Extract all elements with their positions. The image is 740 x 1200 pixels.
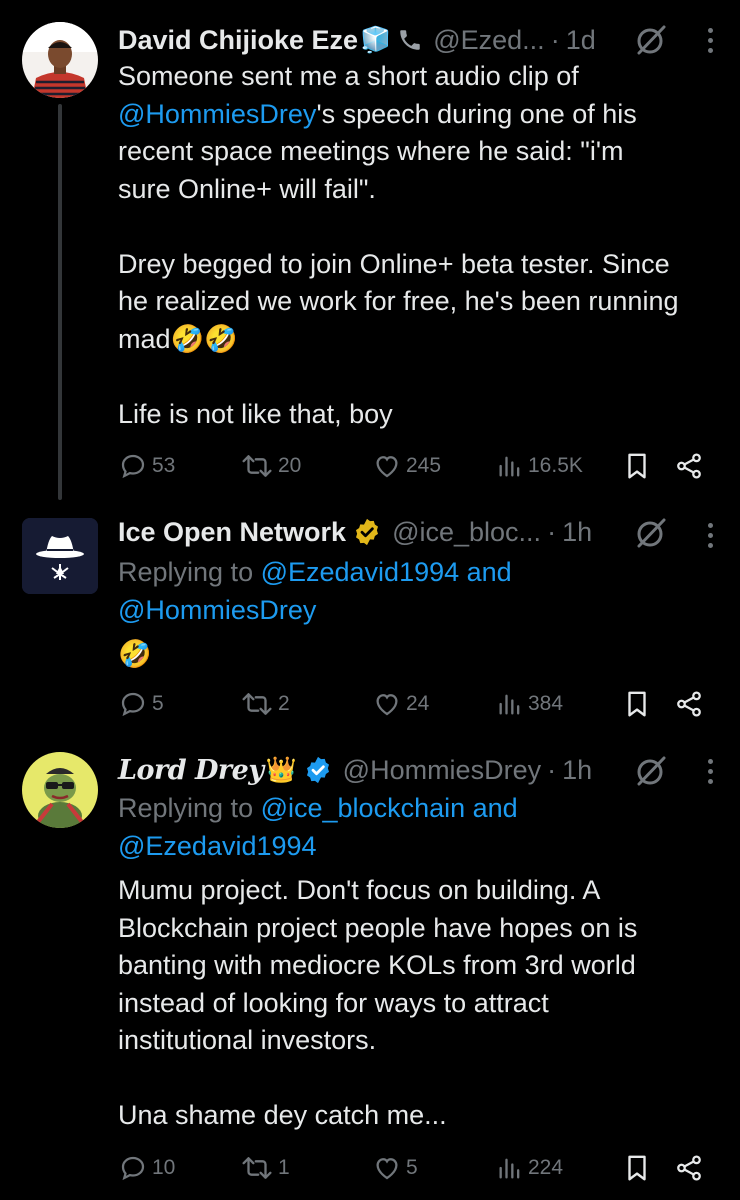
avatar-ice-open-network[interactable] bbox=[22, 518, 98, 594]
repost-button[interactable]: 2 bbox=[240, 684, 290, 724]
like-button[interactable]: 245 bbox=[372, 446, 441, 486]
tweet-time[interactable]: 1h bbox=[562, 517, 592, 548]
grok-icon[interactable] bbox=[634, 516, 668, 550]
tweet-text: Mumu project. Don't focus on building. A… bbox=[118, 875, 638, 1130]
like-button[interactable]: 24 bbox=[372, 684, 429, 724]
share-icon bbox=[677, 1155, 701, 1181]
reply-count: 53 bbox=[152, 454, 176, 477]
tweet-text: Someone sent me a short audio clip of @H… bbox=[118, 58, 716, 433]
conversation-thread: David Chijioke Eze 🧊 @Ezed... · 1d Someo… bbox=[0, 0, 740, 1200]
name-emoji: 🧊 bbox=[360, 25, 392, 54]
reply-count: 10 bbox=[152, 1156, 176, 1179]
bookmark-button[interactable] bbox=[622, 1148, 652, 1188]
share-button[interactable] bbox=[674, 684, 704, 724]
bookmark-icon bbox=[628, 453, 646, 479]
tweet-ice-open-network[interactable]: Ice Open Network @ice_bloc... · 1h Reply… bbox=[0, 500, 740, 730]
like-icon bbox=[376, 694, 398, 716]
views-count: 384 bbox=[528, 692, 564, 715]
author-handle[interactable]: @HommiesDrey bbox=[343, 755, 541, 786]
bookmark-button[interactable] bbox=[622, 446, 652, 486]
more-icon[interactable] bbox=[702, 518, 718, 552]
reply-icon bbox=[121, 692, 145, 717]
views-icon bbox=[499, 1158, 520, 1179]
separator-dot: · bbox=[550, 24, 560, 55]
repost-button[interactable]: 20 bbox=[240, 446, 301, 486]
repost-icon bbox=[242, 693, 272, 715]
views-icon bbox=[499, 694, 520, 715]
tweet-header: David Chijioke Eze 🧊 @Ezed... · 1d bbox=[118, 20, 720, 60]
more-icon[interactable] bbox=[702, 754, 718, 788]
tweet-header: Lord Drey 👑 @HommiesDrey · 1h bbox=[118, 750, 720, 790]
tweet-time[interactable]: 1h bbox=[562, 755, 592, 786]
author-handle[interactable]: @Ezed... bbox=[433, 25, 544, 56]
repost-icon bbox=[242, 1157, 272, 1179]
reply-icon bbox=[121, 1156, 145, 1181]
like-button[interactable]: 5 bbox=[372, 1148, 418, 1188]
like-icon bbox=[376, 1158, 398, 1180]
author-name[interactable]: Ice Open Network bbox=[118, 517, 346, 548]
author-name[interactable]: Lord Drey bbox=[118, 755, 264, 786]
reply-button[interactable]: 10 bbox=[118, 1148, 175, 1188]
action-bar: 53 20 245 16.5K bbox=[118, 446, 720, 486]
replying-prefix: Replying to bbox=[118, 793, 261, 823]
repost-count: 2 bbox=[278, 692, 290, 715]
like-icon bbox=[376, 456, 398, 478]
mention-link[interactable]: @HommiesDrey bbox=[118, 99, 316, 129]
grok-icon[interactable] bbox=[634, 754, 668, 788]
bookmark-icon bbox=[628, 691, 646, 717]
reply-button[interactable]: 5 bbox=[118, 684, 164, 724]
action-bar: 10 1 5 224 bbox=[118, 1148, 720, 1188]
verified-blue-icon bbox=[303, 755, 333, 785]
like-count: 24 bbox=[406, 692, 430, 715]
like-count: 245 bbox=[406, 454, 442, 477]
tweet-david[interactable]: David Chijioke Eze 🧊 @Ezed... · 1d Someo… bbox=[0, 0, 740, 500]
thread-line bbox=[58, 104, 62, 500]
replying-prefix: Replying to bbox=[118, 557, 261, 587]
repost-button[interactable]: 1 bbox=[240, 1148, 290, 1188]
share-icon bbox=[677, 453, 701, 479]
share-button[interactable] bbox=[674, 1148, 704, 1188]
tweet-header: Ice Open Network @ice_bloc... · 1h bbox=[118, 512, 720, 552]
tweet-time[interactable]: 1d bbox=[566, 25, 596, 56]
views-count: 224 bbox=[528, 1156, 564, 1179]
reply-button[interactable]: 53 bbox=[118, 446, 175, 486]
author-handle[interactable]: @ice_bloc... bbox=[392, 517, 541, 548]
separator-dot: · bbox=[547, 516, 557, 547]
phone-icon bbox=[397, 27, 423, 53]
views-button[interactable]: 384 bbox=[496, 684, 563, 724]
more-icon[interactable] bbox=[702, 23, 718, 57]
repost-icon bbox=[242, 455, 272, 477]
bookmark-icon bbox=[628, 1155, 646, 1181]
tweet-text: 🤣 bbox=[118, 639, 152, 669]
replying-to: Replying to @Ezedavid1994 and @HommiesDr… bbox=[118, 554, 716, 629]
views-button[interactable]: 224 bbox=[496, 1148, 563, 1188]
reply-icon bbox=[121, 454, 145, 479]
avatar-david[interactable] bbox=[22, 22, 98, 98]
views-button[interactable]: 16.5K bbox=[496, 446, 583, 486]
views-icon bbox=[499, 456, 520, 477]
action-bar: 5 2 24 384 bbox=[118, 684, 720, 724]
repost-count: 20 bbox=[278, 454, 302, 477]
tweet-lord-drey[interactable]: Lord Drey 👑 @HommiesDrey · 1h Replying t… bbox=[0, 730, 740, 1200]
replying-to: Replying to @ice_blockchain and @Ezedavi… bbox=[118, 790, 716, 865]
share-button[interactable] bbox=[674, 446, 704, 486]
reply-count: 5 bbox=[152, 692, 164, 715]
separator-dot: · bbox=[547, 754, 557, 785]
share-icon bbox=[677, 691, 701, 717]
views-count: 16.5K bbox=[528, 454, 583, 477]
tweet-text-rest: 's speech during one of his recent space… bbox=[118, 98, 679, 429]
name-emoji: 👑 bbox=[265, 755, 297, 784]
grok-icon[interactable] bbox=[634, 23, 668, 57]
repost-count: 1 bbox=[278, 1156, 290, 1179]
bookmark-button[interactable] bbox=[622, 684, 652, 724]
author-name[interactable]: David Chijioke Eze bbox=[118, 25, 358, 56]
avatar-lord-drey[interactable] bbox=[22, 752, 98, 828]
like-count: 5 bbox=[406, 1156, 418, 1179]
verified-gold-icon bbox=[352, 517, 382, 547]
tweet-text-part: Someone sent me a short audio clip of bbox=[118, 61, 579, 91]
